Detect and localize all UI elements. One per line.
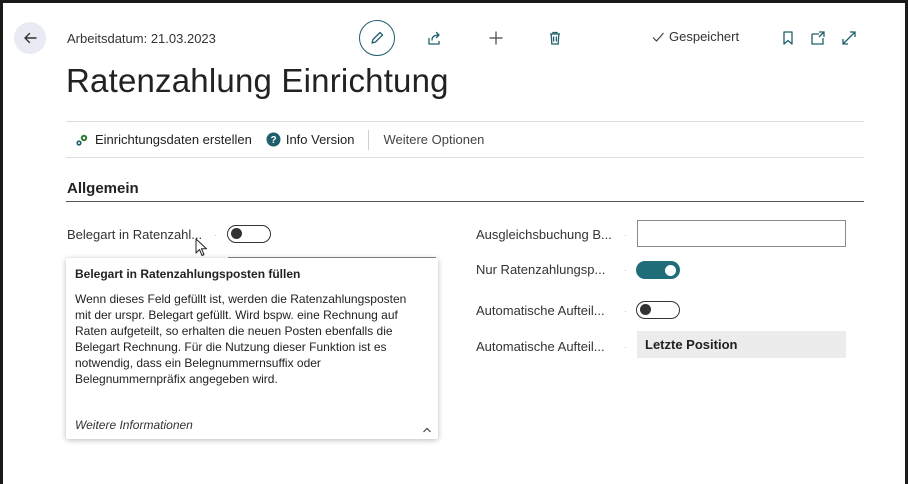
saved-status: Gespeichert — [651, 29, 739, 44]
action-separator — [368, 129, 370, 150]
window-frame-left — [0, 0, 3, 484]
pencil-icon — [371, 31, 384, 44]
tooltip-title: Belegart in Ratenzahlungsposten füllen — [75, 267, 301, 281]
ausgleich-label: Ausgleichsbuchung B... — [476, 227, 612, 242]
checkmark-icon — [652, 32, 664, 42]
nur-raten-toggle[interactable] — [636, 261, 680, 279]
bookmark-button[interactable] — [780, 29, 796, 47]
auto-aufteil1-dots: · — [624, 306, 627, 316]
workdate-label: Arbeitsdatum: 21.03.2023 — [67, 31, 216, 46]
belegart-toggle[interactable] — [227, 225, 271, 243]
auto-aufteil1-label: Automatische Aufteil... — [476, 303, 605, 318]
plus-icon — [489, 31, 503, 45]
window-frame-top — [0, 0, 908, 3]
tooltip-collapse-button[interactable] — [422, 421, 432, 439]
ausgleich-dots: · — [624, 230, 627, 240]
saved-label: Gespeichert — [669, 29, 740, 44]
open-new-window-icon — [811, 31, 825, 45]
section-title-allgemein: Allgemein — [67, 180, 139, 197]
new-button[interactable] — [486, 28, 506, 48]
share-icon — [428, 31, 440, 45]
toggle-knob — [640, 304, 651, 315]
auto-aufteil2-label: Automatische Aufteil... — [476, 339, 605, 354]
toggle-knob — [231, 228, 242, 239]
create-setup-action[interactable]: Einrichtungsdaten erstellen — [74, 132, 252, 148]
auto-aufteil2-dots: · — [624, 342, 627, 352]
create-setup-label: Einrichtungsdaten erstellen — [95, 132, 252, 147]
ausgleich-input[interactable] — [637, 220, 846, 247]
page-title: Ratenzahlung Einrichtung — [66, 62, 449, 99]
more-options-action[interactable]: Weitere Optionen — [383, 132, 484, 147]
tooltip-body: Wenn dieses Feld gefüllt ist, werden die… — [75, 292, 407, 386]
auto-aufteil2-select[interactable]: Letzte Position — [637, 331, 846, 358]
delete-button[interactable] — [545, 28, 565, 48]
tooltip-more-info-link[interactable]: Weitere Informationen — [75, 418, 193, 432]
expand-button[interactable] — [840, 29, 858, 47]
info-version-label: Info Version — [285, 132, 355, 147]
action-bar: Einrichtungsdaten erstellen ? Info Versi… — [66, 121, 864, 158]
field-tooltip: Belegart in Ratenzahlungsposten füllen W… — [66, 258, 438, 439]
more-options-label: Weitere Optionen — [383, 132, 485, 147]
nur-raten-dots: · — [624, 265, 627, 275]
info-version-action[interactable]: ? Info Version — [266, 132, 355, 147]
belegart-label[interactable]: Belegart in Ratenzahl... — [67, 227, 202, 242]
share-button[interactable] — [424, 28, 444, 48]
chevron-up-icon — [423, 427, 431, 433]
edit-button[interactable] — [359, 20, 395, 56]
nur-raten-label: Nur Ratenzahlungsp... — [476, 262, 606, 277]
trash-icon — [550, 31, 560, 45]
belegart-dots: · — [214, 230, 217, 240]
mouse-cursor-icon — [195, 238, 209, 263]
toggle-knob — [665, 264, 676, 276]
gear-setup-icon — [76, 134, 88, 146]
bookmark-icon — [783, 31, 793, 45]
svg-text:?: ? — [270, 135, 276, 146]
auto-aufteil1-toggle[interactable] — [636, 301, 680, 319]
expand-icon — [842, 31, 856, 45]
section-divider — [66, 201, 864, 202]
back-button[interactable] — [14, 22, 46, 54]
help-circle-icon: ? — [266, 132, 281, 147]
open-new-window-button[interactable] — [809, 29, 827, 47]
back-arrow-icon — [24, 32, 37, 44]
